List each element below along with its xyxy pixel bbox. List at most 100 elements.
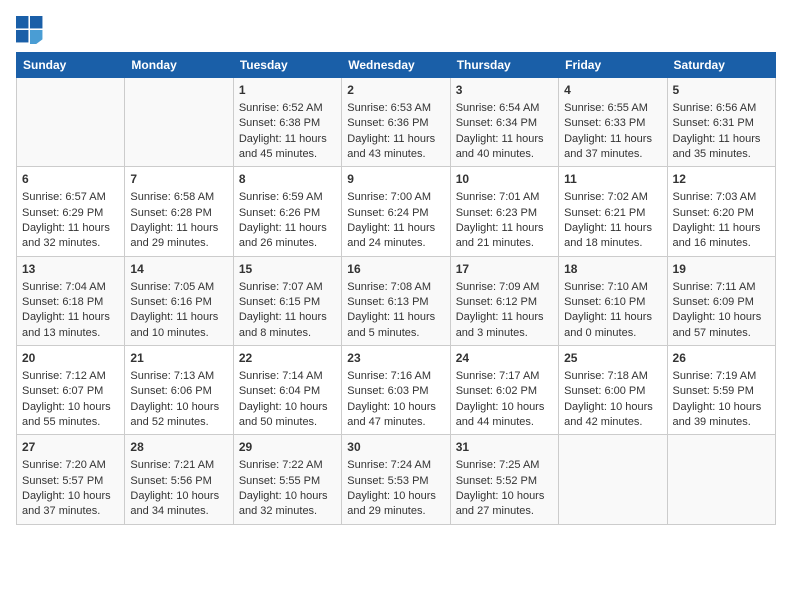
daylight-text: Daylight: 10 hours and 37 minutes. xyxy=(22,490,111,517)
calendar-table: SundayMondayTuesdayWednesdayThursdayFrid… xyxy=(16,52,776,525)
day-number: 29 xyxy=(239,439,336,456)
calendar-day-cell: 18Sunrise: 7:10 AMSunset: 6:10 PMDayligh… xyxy=(559,256,667,345)
weekday-header: Sunday xyxy=(17,53,125,78)
daylight-text: Daylight: 10 hours and 34 minutes. xyxy=(130,490,219,517)
day-number: 26 xyxy=(673,350,770,367)
calendar-day-cell: 13Sunrise: 7:04 AMSunset: 6:18 PMDayligh… xyxy=(17,256,125,345)
daylight-text: Daylight: 11 hours and 37 minutes. xyxy=(564,133,652,160)
sunrise-text: Sunrise: 6:59 AM xyxy=(239,191,323,203)
calendar-week-row: 13Sunrise: 7:04 AMSunset: 6:18 PMDayligh… xyxy=(17,256,776,345)
sunset-text: Sunset: 6:10 PM xyxy=(564,296,645,308)
sunset-text: Sunset: 6:12 PM xyxy=(456,296,537,308)
calendar-day-cell: 20Sunrise: 7:12 AMSunset: 6:07 PMDayligh… xyxy=(17,346,125,435)
sunrise-text: Sunrise: 7:24 AM xyxy=(347,459,431,471)
day-number: 24 xyxy=(456,350,553,367)
daylight-text: Daylight: 11 hours and 21 minutes. xyxy=(456,222,544,249)
calendar-day-cell: 26 Sunrise: 7:19 AM Sunset: 5:59 PM Dayligh… xyxy=(667,346,775,435)
sunrise-text: Sunrise: 6:56 AM xyxy=(673,102,757,114)
sunrise-text: Sunrise: 7:19 AM xyxy=(673,370,757,382)
calendar-day-cell: 31Sunrise: 7:25 AMSunset: 5:52 PMDayligh… xyxy=(450,435,558,524)
weekday-header: Wednesday xyxy=(342,53,450,78)
sunset-text: Sunset: 6:29 PM xyxy=(22,207,103,219)
daylight-text: Daylight: 11 hours and 5 minutes. xyxy=(347,311,435,338)
sunrise-text: Sunrise: 7:14 AM xyxy=(239,370,323,382)
sunrise-text: Sunrise: 7:11 AM xyxy=(673,281,756,293)
calendar-day-cell: 15Sunrise: 7:07 AMSunset: 6:15 PMDayligh… xyxy=(233,256,341,345)
daylight-text: Daylight: 11 hours and 13 minutes. xyxy=(22,311,110,338)
sunset-text: Sunset: 5:57 PM xyxy=(22,475,103,487)
daylight-text: Daylight: 11 hours and 8 minutes. xyxy=(239,311,327,338)
sunset-text: Sunset: 6:18 PM xyxy=(22,296,103,308)
sunset-text: Sunset: 6:21 PM xyxy=(564,207,645,219)
sunrise-text: Sunrise: 6:57 AM xyxy=(22,191,106,203)
sunrise-text: Sunrise: 7:20 AM xyxy=(22,459,106,471)
sunset-text: Sunset: 6:02 PM xyxy=(456,385,537,397)
daylight-text: Daylight: 11 hours and 45 minutes. xyxy=(239,133,327,160)
calendar-day-cell: 24Sunrise: 7:17 AMSunset: 6:02 PMDayligh… xyxy=(450,346,558,435)
calendar-day-cell: 28Sunrise: 7:21 AMSunset: 5:56 PMDayligh… xyxy=(125,435,233,524)
daylight-text: Daylight: 10 hours and 50 minutes. xyxy=(239,401,328,428)
calendar-day-cell xyxy=(559,435,667,524)
weekday-header: Tuesday xyxy=(233,53,341,78)
daylight-text: Daylight: 10 hours and 57 minutes. xyxy=(673,311,762,338)
sunset-text: Sunset: 6:04 PM xyxy=(239,385,320,397)
calendar-day-cell: 5Sunrise: 6:56 AMSunset: 6:31 PMDaylight… xyxy=(667,78,775,167)
sunset-text: Sunset: 6:36 PM xyxy=(347,117,428,129)
sunrise-text: Sunrise: 6:52 AM xyxy=(239,102,323,114)
sunrise-text: Sunrise: 7:21 AM xyxy=(130,459,214,471)
sunrise-text: Sunrise: 7:03 AM xyxy=(673,191,757,203)
daylight-text: Daylight: 11 hours and 3 minutes. xyxy=(456,311,544,338)
calendar-day-cell: 14Sunrise: 7:05 AMSunset: 6:16 PMDayligh… xyxy=(125,256,233,345)
day-number: 12 xyxy=(673,171,770,188)
sunset-text: Sunset: 6:20 PM xyxy=(673,207,754,219)
day-number: 20 xyxy=(22,350,119,367)
day-number: 27 xyxy=(22,439,119,456)
daylight-text: Daylight: 10 hours and 27 minutes. xyxy=(456,490,545,517)
sunrise-text: Sunrise: 7:02 AM xyxy=(564,191,648,203)
day-number: 25 xyxy=(564,350,661,367)
calendar-day-cell: 27 Sunrise: 7:20 AM Sunset: 5:57 PM Dayligh… xyxy=(17,435,125,524)
day-number: 1 xyxy=(239,82,336,99)
day-number: 15 xyxy=(239,261,336,278)
sunrise-text: Sunrise: 7:07 AM xyxy=(239,281,323,293)
day-number: 10 xyxy=(456,171,553,188)
calendar-day-cell: 25Sunrise: 7:18 AMSunset: 6:00 PMDayligh… xyxy=(559,346,667,435)
calendar-day-cell: 29 Sunrise: 7:22 AM Sunset: 5:55 PM Dayligh… xyxy=(233,435,341,524)
day-number: 21 xyxy=(130,350,227,367)
day-number: 14 xyxy=(130,261,227,278)
calendar-day-cell: 8Sunrise: 6:59 AMSunset: 6:26 PMDaylight… xyxy=(233,167,341,256)
daylight-text: Daylight: 10 hours and 39 minutes. xyxy=(673,401,762,428)
logo xyxy=(16,16,48,44)
daylight-text: Daylight: 11 hours and 40 minutes. xyxy=(456,133,544,160)
day-number: 8 xyxy=(239,171,336,188)
calendar-day-cell: 22Sunrise: 7:14 AMSunset: 6:04 PMDayligh… xyxy=(233,346,341,435)
day-number: 30 xyxy=(347,439,444,456)
sunset-text: Sunset: 6:09 PM xyxy=(673,296,754,308)
sunset-text: Sunset: 6:06 PM xyxy=(130,385,211,397)
calendar-day-cell: 12 Sunrise: 7:03 AM Sunset: 6:20 PM Dayligh… xyxy=(667,167,775,256)
sunrise-text: Sunrise: 7:09 AM xyxy=(456,281,540,293)
weekday-header: Friday xyxy=(559,53,667,78)
sunrise-text: Sunrise: 7:22 AM xyxy=(239,459,323,471)
sunrise-text: Sunrise: 7:12 AM xyxy=(22,370,106,382)
sunset-text: Sunset: 5:59 PM xyxy=(673,385,754,397)
calendar-day-cell: 11Sunrise: 7:02 AMSunset: 6:21 PMDayligh… xyxy=(559,167,667,256)
daylight-text: Daylight: 11 hours and 0 minutes. xyxy=(564,311,652,338)
daylight-text: Daylight: 11 hours and 35 minutes. xyxy=(673,133,761,160)
sunrise-text: Sunrise: 7:01 AM xyxy=(456,191,540,203)
day-number: 3 xyxy=(456,82,553,99)
daylight-text: Daylight: 10 hours and 32 minutes. xyxy=(239,490,328,517)
sunset-text: Sunset: 5:55 PM xyxy=(239,475,320,487)
sunset-text: Sunset: 6:38 PM xyxy=(239,117,320,129)
calendar-day-cell: 3Sunrise: 6:54 AMSunset: 6:34 PMDaylight… xyxy=(450,78,558,167)
sunrise-text: Sunrise: 7:00 AM xyxy=(347,191,431,203)
sunrise-text: Sunrise: 7:05 AM xyxy=(130,281,214,293)
daylight-text: Daylight: 11 hours and 16 minutes. xyxy=(673,222,761,249)
sunset-text: Sunset: 6:00 PM xyxy=(564,385,645,397)
sunset-text: Sunset: 6:28 PM xyxy=(130,207,211,219)
sunrise-text: Sunrise: 7:08 AM xyxy=(347,281,431,293)
sunrise-text: Sunrise: 6:54 AM xyxy=(456,102,540,114)
sunset-text: Sunset: 6:13 PM xyxy=(347,296,428,308)
day-number: 16 xyxy=(347,261,444,278)
weekday-header: Saturday xyxy=(667,53,775,78)
